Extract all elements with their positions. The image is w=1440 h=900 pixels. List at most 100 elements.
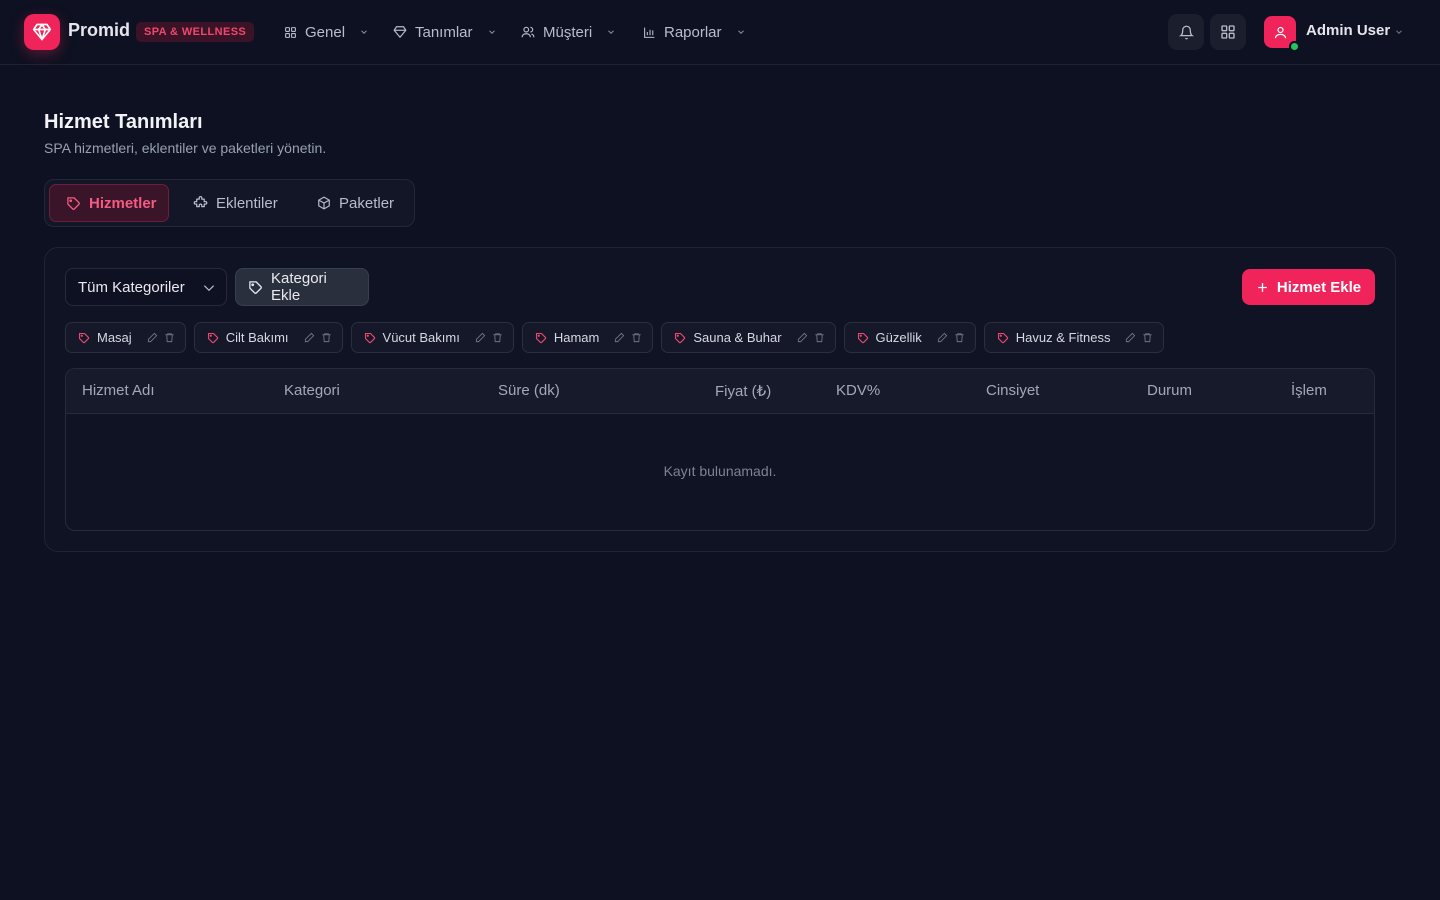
services-card: Tüm Kategoriler Kategori Ekle Hizmet Ekl…: [44, 247, 1396, 552]
trash-icon[interactable]: [321, 332, 332, 343]
category-chip-actions: [937, 332, 965, 343]
column-header-sure[interactable]: Süre (dk): [498, 382, 560, 399]
nav-item-label: Raporlar: [664, 23, 722, 41]
grid-icon: [1220, 24, 1236, 40]
online-status-indicator: [1289, 41, 1300, 52]
chevron-down-icon[interactable]: [1394, 27, 1404, 37]
chevron-down-icon: [202, 283, 216, 293]
category-chip[interactable]: Masaj: [65, 322, 186, 353]
bar-chart-icon: [643, 26, 656, 39]
tag-icon: [535, 332, 547, 344]
nav-item-genel[interactable]: Genel: [284, 21, 369, 43]
category-chip-actions: [1125, 332, 1153, 343]
edit-icon[interactable]: [1125, 332, 1136, 343]
category-chip-label: Cilt Bakımı: [225, 330, 289, 345]
user-name[interactable]: Admin User: [1306, 22, 1390, 39]
chevron-down-icon: [359, 27, 369, 37]
add-service-button[interactable]: Hizmet Ekle: [1242, 269, 1375, 305]
tag-icon: [78, 332, 90, 344]
edit-icon[interactable]: [614, 332, 625, 343]
category-filter-value: Tüm Kategoriler: [78, 278, 185, 296]
nav-item-label: Genel: [305, 23, 346, 41]
tab-label: Eklentiler: [216, 194, 278, 212]
add-category-label: Kategori Ekle: [271, 270, 327, 304]
add-service-label: Hizmet Ekle: [1276, 278, 1362, 296]
puzzle-icon: [193, 195, 208, 211]
nav-item-tanimlar[interactable]: Tanımlar: [393, 21, 497, 43]
category-chip[interactable]: Havuz & Fitness: [983, 322, 1165, 353]
category-chip-list: Masaj Cilt Bakımı Vücut Bakımı Hamam Sauna &…: [65, 322, 1165, 353]
nav-item-raporlar[interactable]: Raporlar: [643, 21, 746, 43]
nav-item-musteri[interactable]: Müşteri: [521, 21, 616, 43]
trash-icon[interactable]: [164, 332, 175, 343]
trash-icon[interactable]: [631, 332, 642, 343]
edit-icon[interactable]: [475, 332, 486, 343]
empty-state-message: Kayıt bulunamadı.: [663, 463, 777, 479]
trash-icon[interactable]: [492, 332, 503, 343]
tab-label: Paketler: [339, 194, 395, 212]
category-chip-label: Vücut Bakımı: [382, 330, 460, 345]
category-chip[interactable]: Sauna & Buhar: [661, 322, 836, 353]
chevron-down-icon: [736, 27, 746, 37]
tab-paketler[interactable]: Paketler: [301, 184, 410, 222]
plus-icon: [1256, 281, 1269, 294]
package-icon: [317, 196, 331, 210]
chevron-down-icon: [487, 27, 497, 37]
tag-icon: [857, 332, 869, 344]
nav-item-label: Müşteri: [543, 23, 593, 41]
edit-icon[interactable]: [797, 332, 808, 343]
top-navbar: Promid SPA & WELLNESS Genel Tanımlar Müş…: [0, 0, 1440, 65]
page-title: Hizmet Tanımları: [44, 111, 203, 133]
tag-icon: [66, 196, 81, 211]
brand-name[interactable]: Promid: [68, 20, 130, 41]
notifications-button[interactable]: [1168, 14, 1204, 50]
tab-eklentiler[interactable]: Eklentiler: [177, 184, 294, 222]
table-header: Hizmet Adı Kategori Süre (dk) Fiyat (₺) …: [66, 369, 1374, 414]
edit-icon[interactable]: [147, 332, 158, 343]
category-chip[interactable]: Hamam: [521, 322, 654, 353]
column-header-durum[interactable]: Durum: [1147, 382, 1192, 399]
column-header-hizmet-adi[interactable]: Hizmet Adı: [82, 382, 155, 399]
bell-icon: [1178, 25, 1194, 40]
edit-icon[interactable]: [304, 332, 315, 343]
tag-icon: [207, 332, 219, 344]
category-chip-label: Sauna & Buhar: [693, 330, 782, 345]
category-chip-label: Havuz & Fitness: [1015, 330, 1111, 345]
edit-icon[interactable]: [937, 332, 948, 343]
category-chip-label: Hamam: [553, 330, 600, 345]
category-chip-actions: [304, 332, 332, 343]
category-chip-actions: [475, 332, 503, 343]
tag-icon: [364, 332, 376, 344]
category-chip-actions: [147, 332, 175, 343]
chevron-down-icon: [606, 27, 616, 37]
diamond-logo-icon[interactable]: [24, 14, 60, 50]
column-header-fiyat[interactable]: Fiyat (₺): [715, 382, 771, 400]
column-header-kdv[interactable]: KDV%: [836, 382, 880, 399]
page-subtitle: SPA hizmetleri, eklentiler ve paketleri …: [44, 140, 327, 156]
apps-button[interactable]: [1210, 14, 1246, 50]
column-header-islem: İşlem: [1291, 382, 1327, 399]
category-chip-label: Güzellik: [875, 330, 922, 345]
category-chip-label: Masaj: [97, 330, 132, 345]
category-chip[interactable]: Vücut Bakımı: [350, 322, 514, 353]
brand-badge: SPA & WELLNESS: [136, 22, 255, 42]
tab-bar: Hizmetler Eklentiler Paketler: [44, 179, 415, 227]
category-chip[interactable]: Güzellik: [843, 322, 976, 353]
grid-icon: [284, 26, 297, 39]
category-chip-actions: [797, 332, 825, 343]
trash-icon[interactable]: [1142, 332, 1153, 343]
add-category-button[interactable]: Kategori Ekle: [235, 268, 369, 306]
column-header-cinsiyet[interactable]: Cinsiyet: [986, 382, 1039, 399]
avatar[interactable]: [1264, 16, 1300, 52]
nav-item-label: Tanımlar: [415, 23, 473, 41]
trash-icon[interactable]: [954, 332, 965, 343]
trash-icon[interactable]: [814, 332, 825, 343]
column-header-kategori[interactable]: Kategori: [284, 382, 340, 399]
category-chip[interactable]: Cilt Bakımı: [193, 322, 343, 353]
diamond-icon: [393, 25, 407, 39]
services-table: Hizmet Adı Kategori Süre (dk) Fiyat (₺) …: [65, 368, 1375, 531]
tag-icon: [248, 280, 263, 295]
tab-hizmetler[interactable]: Hizmetler: [49, 184, 169, 222]
category-filter-select[interactable]: Tüm Kategoriler: [65, 268, 227, 306]
tag-icon: [997, 332, 1009, 344]
